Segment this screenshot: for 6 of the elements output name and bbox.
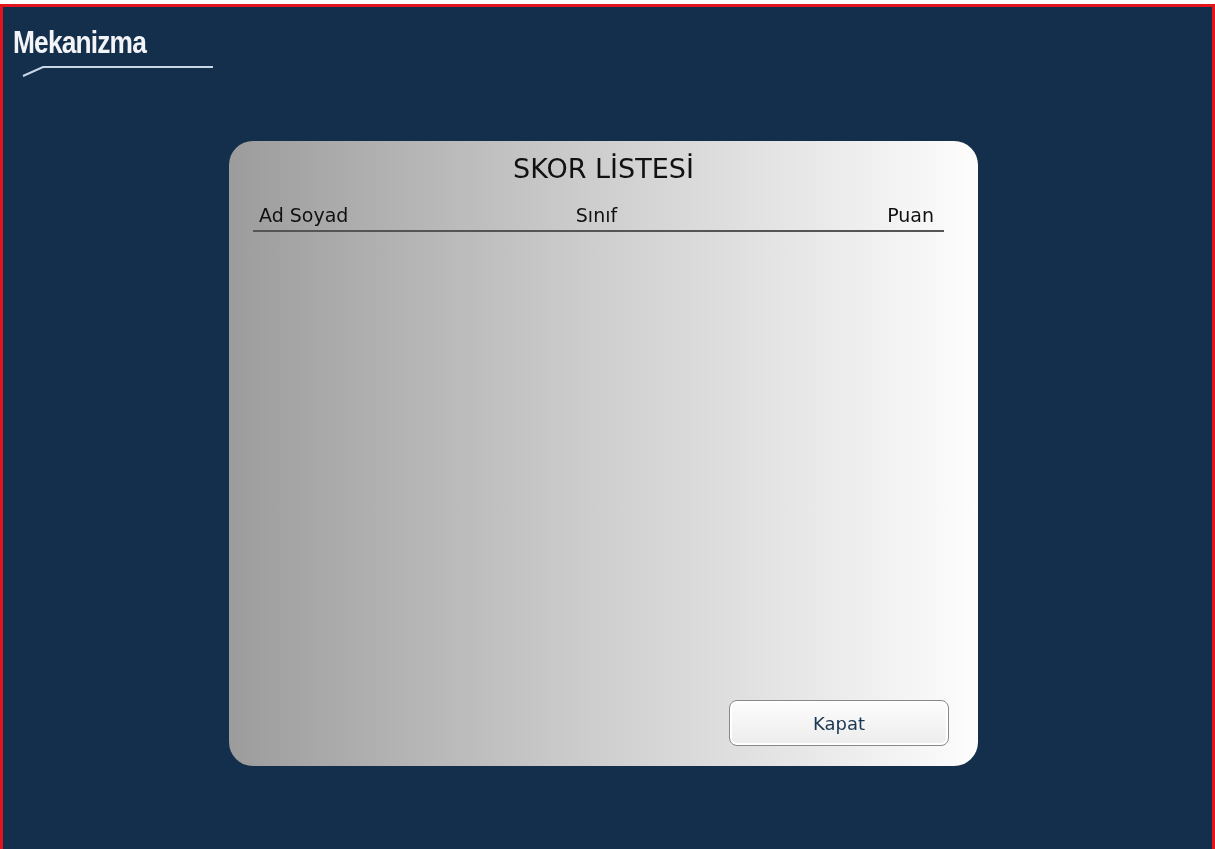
- column-header: Puan: [886, 204, 934, 226]
- close-button[interactable]: Kapat: [729, 700, 949, 746]
- logo: Mekanizma: [13, 25, 223, 75]
- column-header: Ad Soyad: [259, 204, 350, 226]
- column-header: Sınıf: [574, 204, 619, 226]
- dialog-title: SKOR LİSTESİ: [512, 153, 695, 184]
